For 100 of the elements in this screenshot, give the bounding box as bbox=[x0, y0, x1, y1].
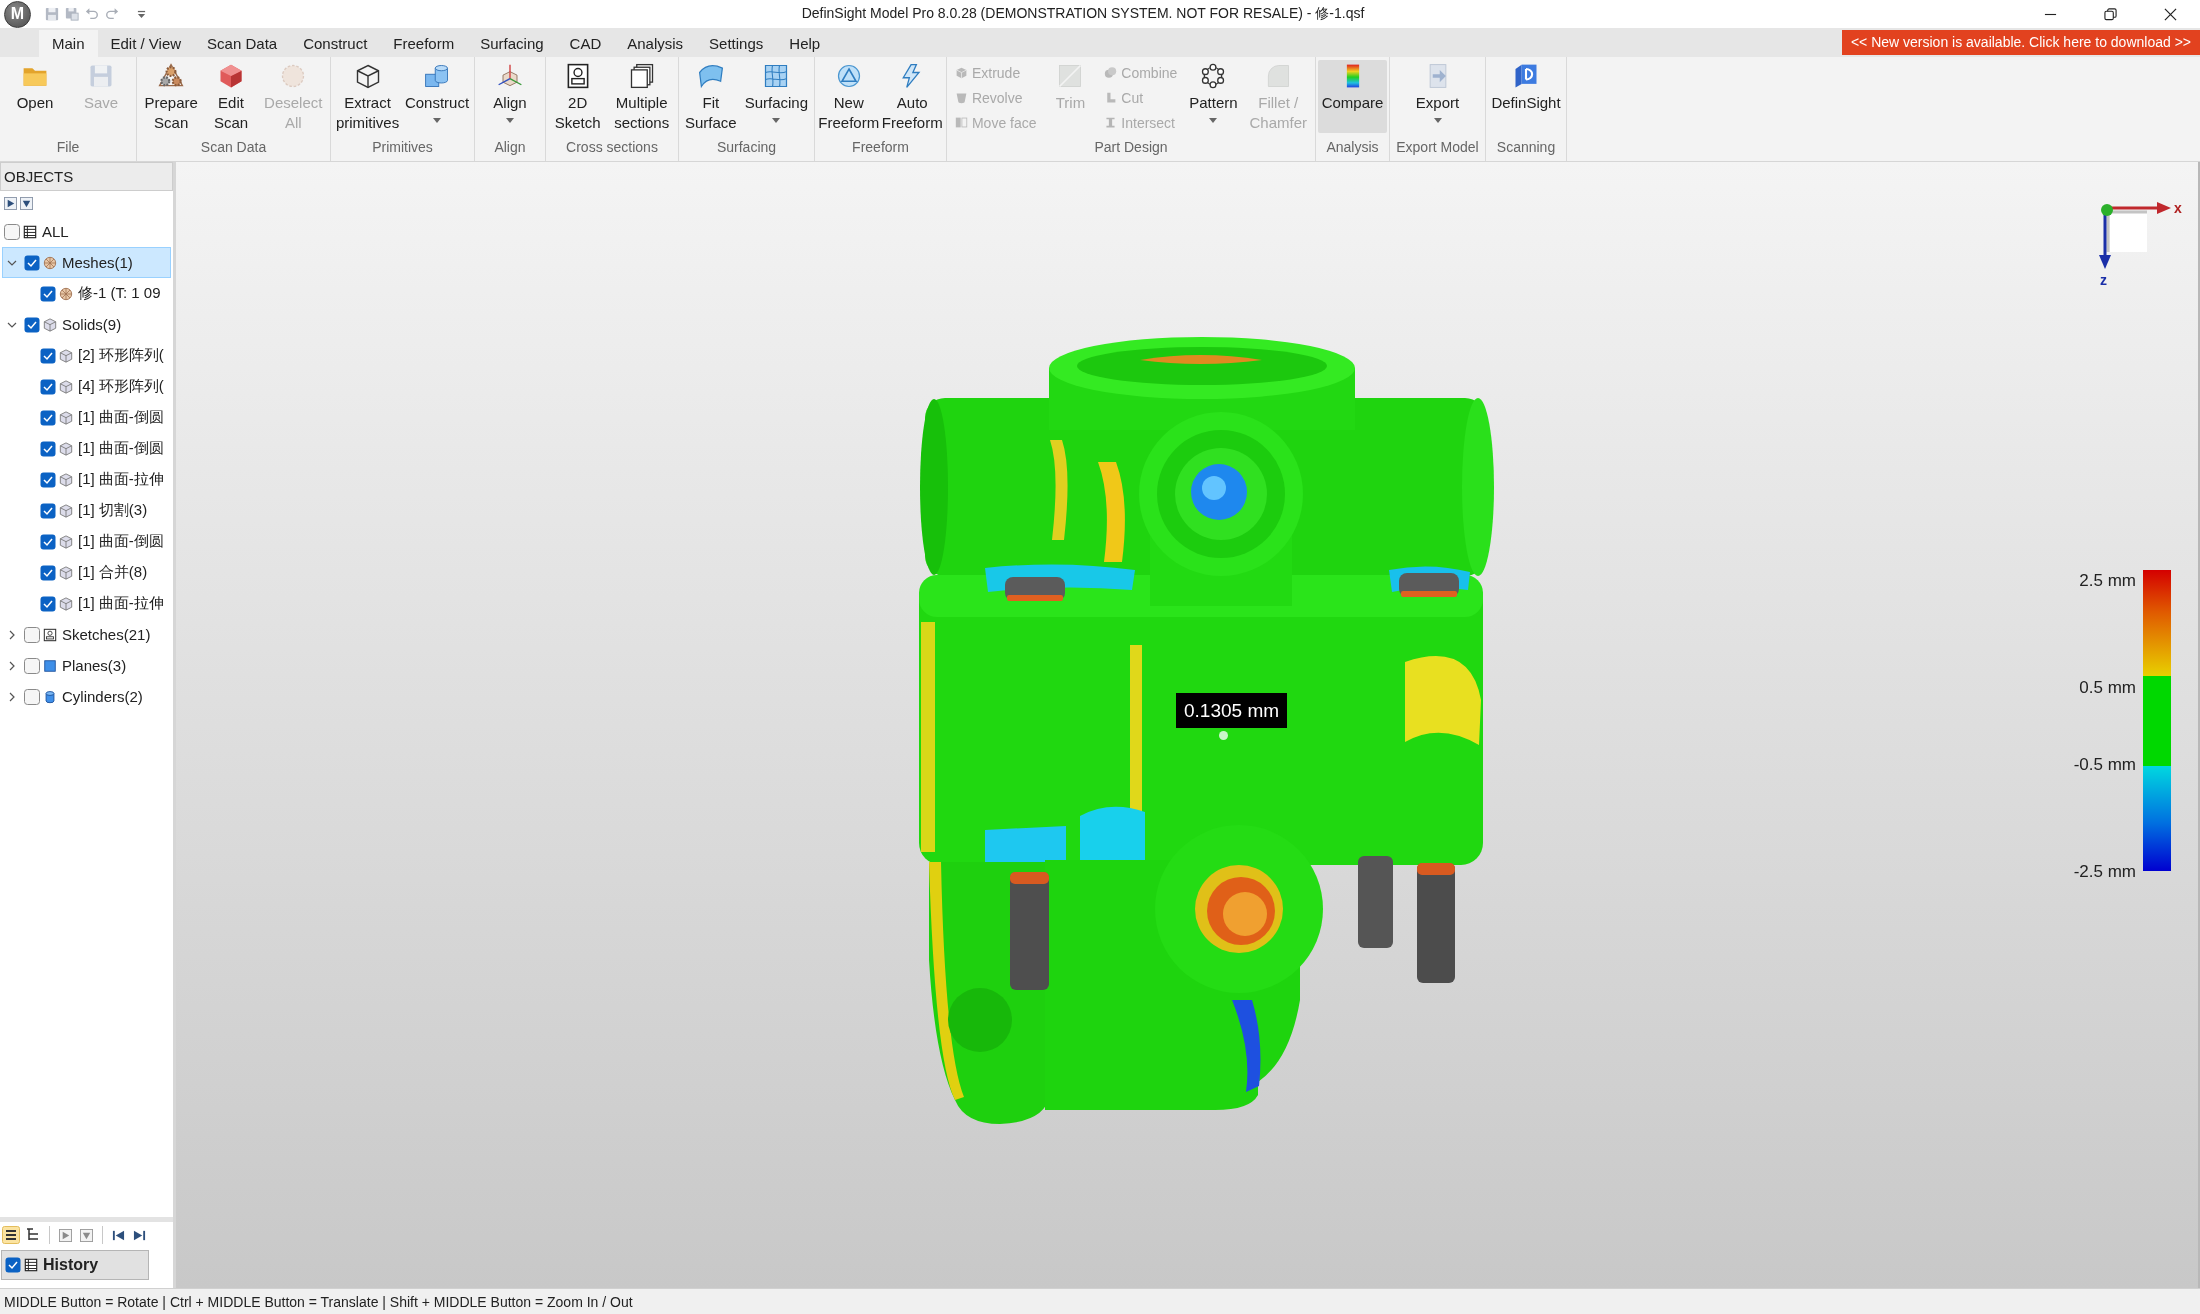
menu-tab[interactable]: Construct bbox=[290, 30, 381, 57]
menu-tab[interactable]: Analysis bbox=[614, 30, 697, 57]
ribbon-button[interactable]: Pattern bbox=[1185, 60, 1242, 133]
tree-label: [1] 切割(3) bbox=[78, 501, 148, 520]
tree-row[interactable]: Meshes(1) bbox=[2, 247, 171, 278]
tree-row[interactable]: [4] 环形阵列( bbox=[2, 371, 171, 402]
checkbox[interactable] bbox=[4, 223, 20, 240]
panel-header: OBJECTS bbox=[0, 162, 173, 191]
tree-row[interactable]: Cylinders(2) bbox=[2, 681, 171, 712]
ribbon-button[interactable]: Export bbox=[1411, 60, 1464, 133]
update-banner-link[interactable]: << New version is available. Click here to download >> bbox=[1841, 30, 2200, 55]
tree-label: 修-1 (T: 1 09 bbox=[78, 284, 161, 303]
checkbox[interactable] bbox=[40, 502, 56, 519]
menu-tab[interactable]: Edit / View bbox=[97, 30, 195, 57]
tree-label: Cylinders(2) bbox=[62, 688, 143, 705]
customize-caret-icon[interactable] bbox=[137, 9, 146, 19]
tree-label: Meshes(1) bbox=[62, 254, 133, 271]
menu-tab[interactable]: Main bbox=[39, 30, 98, 57]
checkbox[interactable] bbox=[40, 564, 56, 581]
menu-tab[interactable]: Help bbox=[776, 30, 834, 57]
ribbon-button[interactable]: DefinSight bbox=[1488, 60, 1564, 133]
tree-label: [1] 合并(8) bbox=[78, 563, 148, 582]
tree-row[interactable]: [1] 曲面-拉伸 bbox=[2, 464, 171, 495]
tree-label: ALL bbox=[42, 223, 69, 240]
right-triangle-icon[interactable] bbox=[59, 1228, 72, 1242]
cube-icon bbox=[59, 534, 73, 549]
menu-tab[interactable]: Freeform bbox=[380, 30, 468, 57]
tree-row[interactable]: [1] 切割(3) bbox=[2, 495, 171, 526]
origin-dot-icon bbox=[2101, 204, 2113, 216]
ribbon-button[interactable]: 2D Sketch bbox=[550, 60, 605, 133]
right-triangle-icon[interactable] bbox=[4, 197, 17, 210]
down-triangle-icon[interactable] bbox=[20, 197, 33, 210]
checkbox[interactable] bbox=[40, 471, 56, 488]
checkbox[interactable] bbox=[40, 440, 56, 457]
ribbon-button[interactable]: Compare bbox=[1318, 60, 1387, 133]
scale-label: -2.5 mm bbox=[2073, 861, 2136, 883]
checkbox[interactable] bbox=[24, 254, 40, 271]
sketch-sheet-icon bbox=[43, 627, 57, 642]
tree-row[interactable]: Sketches(21) bbox=[2, 619, 171, 650]
menu-tab[interactable]: Scan Data bbox=[194, 30, 291, 57]
ribbon-button[interactable]: Fit Surface bbox=[681, 60, 741, 133]
ribbon-group-label: Scanning bbox=[1495, 138, 1557, 157]
tree-row[interactable]: Solids(9) bbox=[2, 309, 171, 340]
ribbon-button[interactable]: Surfacing bbox=[740, 60, 812, 133]
ribbon-button[interactable]: Open bbox=[9, 60, 61, 133]
cube-icon bbox=[59, 410, 73, 425]
skip-back-icon[interactable] bbox=[112, 1228, 125, 1242]
cube-icon bbox=[59, 596, 73, 611]
checkbox[interactable] bbox=[24, 688, 40, 705]
ribbon-button[interactable]: Align bbox=[484, 60, 536, 133]
list-icon[interactable] bbox=[2, 1226, 20, 1244]
tree-label: [1] 曲面-拉伸 bbox=[78, 594, 164, 613]
checkbox[interactable] bbox=[40, 285, 56, 302]
tree-row[interactable]: [1] 曲面-倒圆 bbox=[2, 433, 171, 464]
axis-label: z bbox=[2100, 272, 2107, 288]
ribbon-button[interactable]: Prepare Scan bbox=[140, 60, 202, 133]
checkbox[interactable] bbox=[24, 626, 40, 643]
ribbon-button[interactable]: Auto Freeform bbox=[880, 60, 944, 133]
checkbox[interactable] bbox=[40, 595, 56, 612]
view-cube-face[interactable] bbox=[2106, 210, 2147, 252]
scale-label: 0.5 mm bbox=[2079, 677, 2136, 699]
chevron-right-icon[interactable] bbox=[7, 660, 17, 671]
menu-tab[interactable]: CAD bbox=[556, 30, 615, 57]
menu-tab[interactable]: Surfacing bbox=[467, 30, 557, 57]
checkbox[interactable] bbox=[24, 657, 40, 674]
checkbox[interactable] bbox=[40, 533, 56, 550]
ribbon-button[interactable]: Edit Scan bbox=[205, 60, 257, 133]
split-rect-icon bbox=[954, 116, 968, 129]
ribbon-group-label: Export Model bbox=[1395, 138, 1480, 157]
tree-row[interactable]: 修-1 (T: 1 09 bbox=[2, 278, 171, 309]
ribbon-group-label: Freeform bbox=[851, 138, 910, 157]
checkbox[interactable] bbox=[40, 347, 56, 364]
ribbon-button[interactable]: Multiple sections bbox=[610, 60, 674, 133]
checkbox[interactable] bbox=[40, 378, 56, 395]
tree-row[interactable]: [1] 曲面-倒圆 bbox=[2, 526, 171, 557]
app-logo[interactable]: M bbox=[4, 0, 31, 28]
tree-row[interactable]: [2] 环形阵列( bbox=[2, 340, 171, 371]
restore-icon bbox=[2103, 7, 2117, 21]
ribbon-group-label: Scan Data bbox=[199, 138, 268, 157]
tree-row[interactable]: [1] 合并(8) bbox=[2, 557, 171, 588]
chevron-right-icon[interactable] bbox=[7, 629, 17, 640]
menu-tab[interactable]: Settings bbox=[696, 30, 777, 57]
ribbon-button[interactable]: New Freeform bbox=[817, 60, 881, 133]
tree-row[interactable]: ALL bbox=[2, 216, 171, 247]
tree-row[interactable]: [1] 曲面-拉伸 bbox=[2, 588, 171, 619]
ribbon-button[interactable]: Construct bbox=[402, 60, 472, 133]
tree-label: Solids(9) bbox=[62, 316, 122, 333]
tree-label: [1] 曲面-倒圆 bbox=[78, 408, 164, 427]
model-viewport[interactable]: x z 0.1305 mm 2.5 mm 0.5 mm -0.5 mm -2.5 mm bbox=[176, 162, 2200, 1288]
checkbox[interactable] bbox=[5, 1257, 21, 1273]
checkbox[interactable] bbox=[24, 316, 40, 333]
probe-point-icon bbox=[1219, 731, 1228, 740]
skip-forward-icon[interactable] bbox=[133, 1228, 146, 1242]
ribbon-button[interactable]: Extract primitives bbox=[333, 60, 403, 133]
chevron-right-icon[interactable] bbox=[7, 691, 17, 702]
tree-row[interactable]: Planes(3) bbox=[2, 650, 171, 681]
window-title: DefinSight Model Pro 8.0.28 (DEMONSTRATION SYSTEM. NOT FOR RESALE) - 修-1.qsf bbox=[800, 5, 1366, 23]
checkbox[interactable] bbox=[40, 409, 56, 426]
tree-label: [1] 曲面-拉伸 bbox=[78, 470, 164, 489]
tree-row[interactable]: [1] 曲面-倒圆 bbox=[2, 402, 171, 433]
